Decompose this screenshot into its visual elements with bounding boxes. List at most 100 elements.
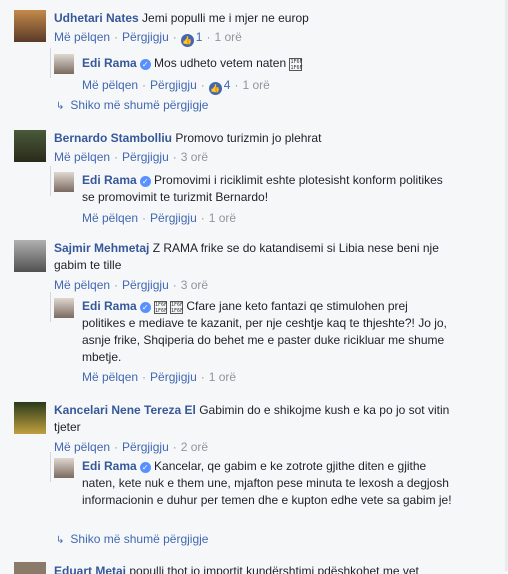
like-link[interactable]: Më pëlqen [54,278,110,292]
avatar[interactable] [54,458,74,478]
like-count[interactable]: 4 [224,78,231,92]
unsupported-emoji-icon: 1F6F 1F6F [154,301,168,314]
like-link[interactable]: Më pëlqen [54,30,110,44]
avatar[interactable] [54,172,74,192]
unsupported-emoji-icon: 1F6F 1F6F [170,301,184,314]
reply-text-line: Promovimi i riciklimit eshte plotesisht … [154,173,443,187]
comment-actions: Më pëlqen · Përgjigju · 2 orë [54,440,209,454]
comment: Kancelari Nene Tereza El Gabimin do e sh… [14,402,494,454]
comment-actions: Më pëlqen · Përgjigju · 3 orë [54,278,209,292]
comment-body: Kancelari Nene Tereza El Gabimin do e sh… [54,402,494,456]
avatar[interactable] [14,240,46,272]
reply: Edi Rama ✓ Promovimi i riciklimit eshte p… [50,166,494,225]
thumbs-up-icon: 👍 [208,82,222,95]
reply-body: Edi Rama ✓ Mos udheto vetem naten 1F6F 1F6… [82,56,492,95]
comment-actions: Më pëlqen · Përgjigju · 👍 1 · 1 orë [54,30,242,47]
verified-badge-icon: ✓ [139,302,151,313]
avatar[interactable] [54,54,74,74]
verified-badge-icon: ✓ [139,176,151,187]
reply-text-line: Cfare jane keto fantazi qe stimulohen pr… [186,299,408,313]
reply: Edi Rama ✓ Kancelar, qe gabim e ke zotrot… [50,452,496,530]
comment-text-line: Z RAMA frike se do katandisemi si Libia … [152,241,439,255]
avatar[interactable] [14,130,46,162]
reply-link[interactable]: Përgjigju [150,370,197,384]
timestamp[interactable]: 3 orë [181,278,208,292]
reply-link[interactable]: Përgjigju [122,440,169,454]
reply: Edi Rama ✓ Mos udheto vetem naten 1F6F 1F6… [50,48,494,95]
partial-comment: Eduart Metai populli thot jo importit ku… [0,562,508,574]
reply-actions: Më pëlqen · Përgjigju · 👍 4 · 1 orë [82,78,270,95]
thread-line [50,292,51,322]
reply-body: Edi Rama ✓ 1F6F 1F6F1F6F 1F6F Cfare jane ke… [82,298,496,386]
reply-actions: Më pëlqen · Përgjigju · 1 orë [82,370,237,384]
thread-line [50,48,51,78]
reply-author[interactable]: Edi Rama [82,56,137,70]
comment-author[interactable]: Kancelari Nene Tereza El [54,403,196,417]
reply-arrow-icon: ↳ [56,101,65,112]
comment-author[interactable]: Udhetari Nates [54,11,139,25]
reply-text-line: mbetje. [82,350,122,364]
reply: Edi Rama ✓ 1F6F 1F6F1F6F 1F6F Cfare jane ke… [50,292,496,388]
thread-line [50,166,51,196]
like-link[interactable]: Më pëlqen [54,150,110,164]
reply-author[interactable]: Edi Rama [82,459,137,473]
comment-text-line: Gabimin do e shikojme kush e ka po jo so… [199,403,450,417]
comment-text: Jemi populli me i mjer ne europ [142,11,309,25]
comment: Sajmir Mehmetaj Z RAMA frike se do katan… [14,240,494,292]
comment-text: Promovo turizmin jo plehrat [175,131,322,145]
timestamp[interactable]: 1 orë [209,211,236,225]
timestamp[interactable]: 1 orë [214,30,241,44]
reply-arrow-icon: ↳ [56,535,65,546]
more-replies-link[interactable]: ↳ Shiko më shumë përgjigje [56,532,208,546]
thread-line [50,452,51,482]
reply-text: Mos udheto vetem naten [154,56,287,70]
comment-author[interactable]: Eduart Metai [54,564,126,574]
more-replies-label[interactable]: Shiko më shumë përgjigje [70,532,208,546]
more-replies-label[interactable]: Shiko më shumë përgjigje [70,98,208,112]
like-count[interactable]: 1 [196,30,203,44]
like-link[interactable]: Më pëlqen [54,440,110,454]
reply-author[interactable]: Edi Rama [82,299,137,313]
reply-body: Edi Rama ✓ Promovimi i riciklimit eshte p… [82,172,492,227]
avatar[interactable] [14,402,46,434]
like-link[interactable]: Më pëlqen [82,211,138,225]
reply-link[interactable]: Përgjigju [122,150,169,164]
thumbs-up-icon: 👍 [180,34,194,47]
verified-badge-icon: ✓ [139,462,151,473]
reply-text-line: se promovimit te turizmit Bernardo! [82,190,269,204]
avatar[interactable] [54,298,74,318]
reply-author[interactable]: Edi Rama [82,173,137,187]
avatar[interactable] [14,562,46,574]
comment-author[interactable]: Bernardo Stambolliu [54,131,172,145]
reply-link[interactable]: Përgjigju [150,78,197,92]
timestamp[interactable]: 2 orë [181,440,208,454]
like-link[interactable]: Më pëlqen [82,370,138,384]
comment: Bernardo Stambolliu Promovo turizmin jo … [14,130,494,164]
reply-link[interactable]: Përgjigju [150,211,197,225]
avatar[interactable] [14,10,46,42]
reply-text-line: asnje frike, Shqiperia do behet me e pas… [82,333,445,347]
comment-body: Udhetari Nates Jemi populli me i mjer ne… [54,11,494,47]
reply-link[interactable]: Përgjigju [122,30,169,44]
comment-body: Sajmir Mehmetaj Z RAMA frike se do katan… [54,240,494,294]
more-replies-link[interactable]: ↳ Shiko më shumë përgjigje [56,98,208,112]
reply-text-line: informacionin e duhur per temen dhe e ku… [82,493,452,507]
comment-text-line: gabim te tille [54,258,122,272]
timestamp[interactable]: 1 orë [242,78,269,92]
reply-link[interactable]: Përgjigju [122,278,169,292]
timestamp[interactable]: 3 orë [181,150,208,164]
comment-actions: Më pëlqen · Përgjigju · 3 orë [54,150,209,164]
reply-body: Edi Rama ✓ Kancelar, qe gabim e ke zotrot… [82,458,496,509]
timestamp[interactable]: 1 orë [209,370,236,384]
comment-body: Bernardo Stambolliu Promovo turizmin jo … [54,131,494,164]
verified-badge-icon: ✓ [139,59,151,70]
reply-text-line: politikes e mediave te kazanit, per nje … [82,316,447,330]
unsupported-emoji-icon: 1F6F 1F6F [289,58,303,71]
reply-actions: Më pëlqen · Përgjigju · 1 orë [82,211,237,225]
comment: Udhetari Nates Jemi populli me i mjer ne… [14,10,494,47]
comment-text: populli thot jo importit kundërshtimi pd… [129,564,419,574]
comment-author[interactable]: Sajmir Mehmetaj [54,241,149,255]
reply-text-line: naten, kete nuk e them une, mjafton pese… [82,476,449,490]
like-link[interactable]: Më pëlqen [82,78,138,92]
comment-text-line: tjeter [54,420,81,434]
